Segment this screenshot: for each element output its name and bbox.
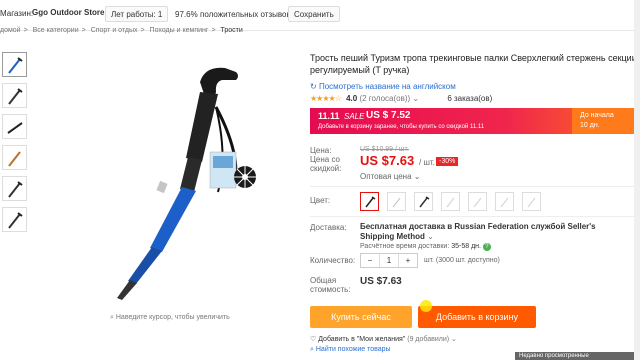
heart-icon: ♡ [310, 336, 319, 343]
cursor-highlight [420, 300, 432, 312]
sale-tag: 11.11 [318, 111, 340, 121]
divider [310, 216, 634, 217]
breadcrumb-hiking[interactable]: Походы и кемпинг [150, 27, 209, 34]
delivery-eta: Расчётное время доставки: 35-58 дн. ? [360, 243, 491, 251]
sale-note: Добавьте в корзину заранее, чтобы купить… [318, 124, 485, 130]
divider [310, 186, 634, 187]
thumbnail-5[interactable] [2, 176, 27, 201]
chevron-down-icon: ⌄ [451, 336, 457, 343]
quantity-minus-button[interactable]: − [361, 254, 379, 267]
question-icon[interactable]: ? [482, 243, 491, 251]
sale-word: SALE [344, 112, 365, 121]
feedback-percent: 97.6% [175, 10, 198, 19]
color-swatch-5[interactable] [468, 192, 487, 211]
thumbnail-2[interactable] [2, 83, 27, 108]
total-label: Общая стоимость: [310, 276, 351, 294]
breadcrumb-sport[interactable]: Спорт и отдых [91, 27, 138, 34]
thumbnail-1[interactable] [2, 52, 27, 77]
color-label: Цвет: [310, 196, 331, 205]
rating-value: 4.0 [346, 94, 358, 103]
total-value: US $7.63 [360, 276, 402, 287]
rating-votes-link[interactable]: (2 голоса(ов)) [359, 94, 410, 103]
breadcrumb-all-categories[interactable]: Все категории [33, 27, 79, 34]
scrollbar[interactable] [634, 0, 640, 360]
add-to-cart-button[interactable]: Добавить в корзину [418, 306, 536, 328]
bulk-price-link[interactable]: Оптовая цена ⌄ [360, 172, 421, 181]
color-swatch-3[interactable] [414, 192, 433, 211]
sale-countdown: До начала 10 дн. [572, 108, 636, 134]
color-swatches [360, 192, 541, 211]
thumbnail-3[interactable] [2, 114, 27, 139]
breadcrumb-canes[interactable]: Трости [220, 27, 242, 34]
thumbnail-6[interactable] [2, 207, 27, 232]
rating-row: ★★★★☆ 4.0 (2 голоса(ов)) ⌄ 6 заказа(ов) [310, 94, 492, 103]
chevron-down-icon[interactable]: ⌄ [412, 94, 419, 103]
color-swatch-1[interactable] [360, 192, 379, 211]
save-store-button[interactable]: Сохранить [288, 6, 340, 22]
translate-icon: ↻ [310, 82, 319, 91]
translate-title-link[interactable]: ↻ Посмотреть название на английском [310, 82, 456, 91]
sale-banner: 11.11 SALE US $ 7.52 Добавьте в корзину … [310, 108, 636, 134]
old-price: US $10.99 / шт. [360, 146, 409, 153]
color-swatch-4[interactable] [441, 192, 460, 211]
recently-viewed-tab[interactable]: Недавно просмотренные [515, 352, 640, 360]
color-swatch-7[interactable] [522, 192, 541, 211]
breadcrumb-home[interactable]: домой [0, 27, 21, 34]
color-swatch-2[interactable] [387, 192, 406, 211]
thumbnail-4[interactable] [2, 145, 27, 170]
wishlist-link[interactable]: ♡ Добавить в "Мои желания" (9 добавили) … [310, 335, 457, 343]
product-image[interactable] [50, 52, 280, 302]
discount-price: US $7.63 [360, 153, 415, 168]
shipping-text: Бесплатная доставка в Russian Federation… [360, 222, 596, 241]
price-unit: / шт. [419, 158, 435, 167]
discount-price-label: Цена со скидкой: [310, 155, 342, 173]
store-years-badge: Лет работы: 1 [105, 6, 169, 22]
breadcrumb: домой > Все категории > Спорт и отдых > Пох… [0, 27, 243, 34]
thumbnail-list [2, 52, 27, 238]
orders-count: 6 заказа(ов) [447, 94, 493, 103]
quantity-input[interactable]: 1 [379, 254, 399, 267]
quantity-stock: шт. (3000 шт. доступно) [424, 257, 500, 264]
sale-price: US $ 7.52 [366, 110, 411, 121]
product-title: Трость пеший Туризм тропа трекинговые па… [310, 53, 637, 75]
chevron-down-icon: ⌄ [413, 172, 421, 181]
find-similar-link[interactable]: ⌕ Найти похожие товары [310, 346, 391, 354]
rating-stars-icon: ★★★★☆ [310, 94, 342, 103]
discount-badge: -30% [436, 157, 459, 166]
shipping-label: Доставка: [310, 223, 347, 232]
price-label: Цена: [310, 146, 332, 155]
buy-now-button[interactable]: Купить сейчас [310, 306, 412, 328]
sale-start-value: 10 дн. [580, 122, 600, 129]
quantity-plus-button[interactable]: + [399, 254, 417, 267]
feedback-label: положительных отзывов [200, 10, 291, 19]
zoom-hint: ⌕ Наведите курсор, чтобы увеличить [110, 314, 230, 321]
store-label: Магазин: [0, 9, 34, 18]
sale-start-label: До начала [580, 112, 614, 119]
color-swatch-6[interactable] [495, 192, 514, 211]
quantity-label: Количество: [310, 256, 356, 265]
chevron-down-icon[interactable]: ⌄ [427, 232, 434, 241]
store-name-link[interactable]: Ggo Outdoor Store [32, 8, 104, 17]
quantity-stepper: − 1 + [360, 253, 418, 268]
